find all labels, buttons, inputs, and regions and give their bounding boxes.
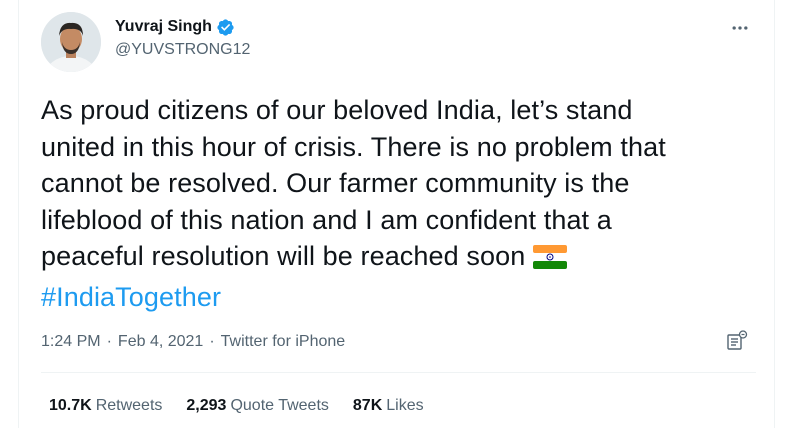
retweets-count: 10.7K xyxy=(49,397,92,414)
tweet-meta: 1:24 PM · Feb 4, 2021 · Twitter for iPho… xyxy=(41,333,345,351)
author-block: Yuvraj Singh @YUVSTRONG12 xyxy=(115,16,250,59)
tweet-card: Yuvraj Singh @YUVSTRONG12 As proud citiz… xyxy=(18,0,775,428)
meta-separator: · xyxy=(106,333,112,350)
more-options-icon[interactable] xyxy=(728,16,752,40)
likes-count: 87K xyxy=(352,397,383,414)
tweet-date[interactable]: Feb 4, 2021 xyxy=(118,333,203,351)
tweet-time[interactable]: 1:24 PM xyxy=(41,333,101,351)
tweet-text-line-text: peaceful resolution will be reached soon xyxy=(41,241,526,271)
quote-tweets-count: 2,293 xyxy=(186,397,227,414)
likes-label: Likes xyxy=(386,397,424,414)
profile-avatar xyxy=(41,12,101,72)
tweet-text-line: peaceful resolution will be reached soon xyxy=(41,238,741,279)
name-row: Yuvraj Singh xyxy=(115,16,250,38)
retweets-label: Retweets xyxy=(95,397,163,414)
tweet-source[interactable]: Twitter for iPhone xyxy=(221,333,346,351)
divider xyxy=(41,372,756,373)
tweet-analytics-icon[interactable] xyxy=(726,330,748,352)
engagement-stats: 10.7K Retweets 2,293 Quote Tweets 87K Likes xyxy=(49,397,448,415)
tweet-text: As proud citizens of our beloved India, … xyxy=(41,92,741,315)
verified-badge-icon xyxy=(216,18,235,37)
tweet-text-line: lifeblood of this nation and I am confid… xyxy=(41,204,612,235)
india-flag-icon xyxy=(533,242,568,279)
likes-stat[interactable]: 87K Likes xyxy=(353,397,424,415)
author-handle[interactable]: @YUVSTRONG12 xyxy=(115,41,250,59)
quote-tweets-stat[interactable]: 2,293 Quote Tweets xyxy=(186,397,328,415)
tweet-header: Yuvraj Singh @YUVSTRONG12 xyxy=(41,12,756,72)
quote-tweets-label: Quote Tweets xyxy=(230,397,329,414)
author-display-name[interactable]: Yuvraj Singh xyxy=(115,18,212,36)
meta-separator: · xyxy=(209,333,215,350)
tweet-text-line: united in this hour of crisis. There is … xyxy=(41,131,666,162)
tweet-text-line: cannot be resolved. Our farmer community… xyxy=(41,168,630,198)
avatar[interactable] xyxy=(41,12,101,72)
retweets-stat[interactable]: 10.7K Retweets xyxy=(49,397,162,415)
hashtag-link[interactable]: #IndiaTogether xyxy=(41,282,221,312)
tweet-text-line: As proud citizens of our beloved India, … xyxy=(41,95,633,125)
